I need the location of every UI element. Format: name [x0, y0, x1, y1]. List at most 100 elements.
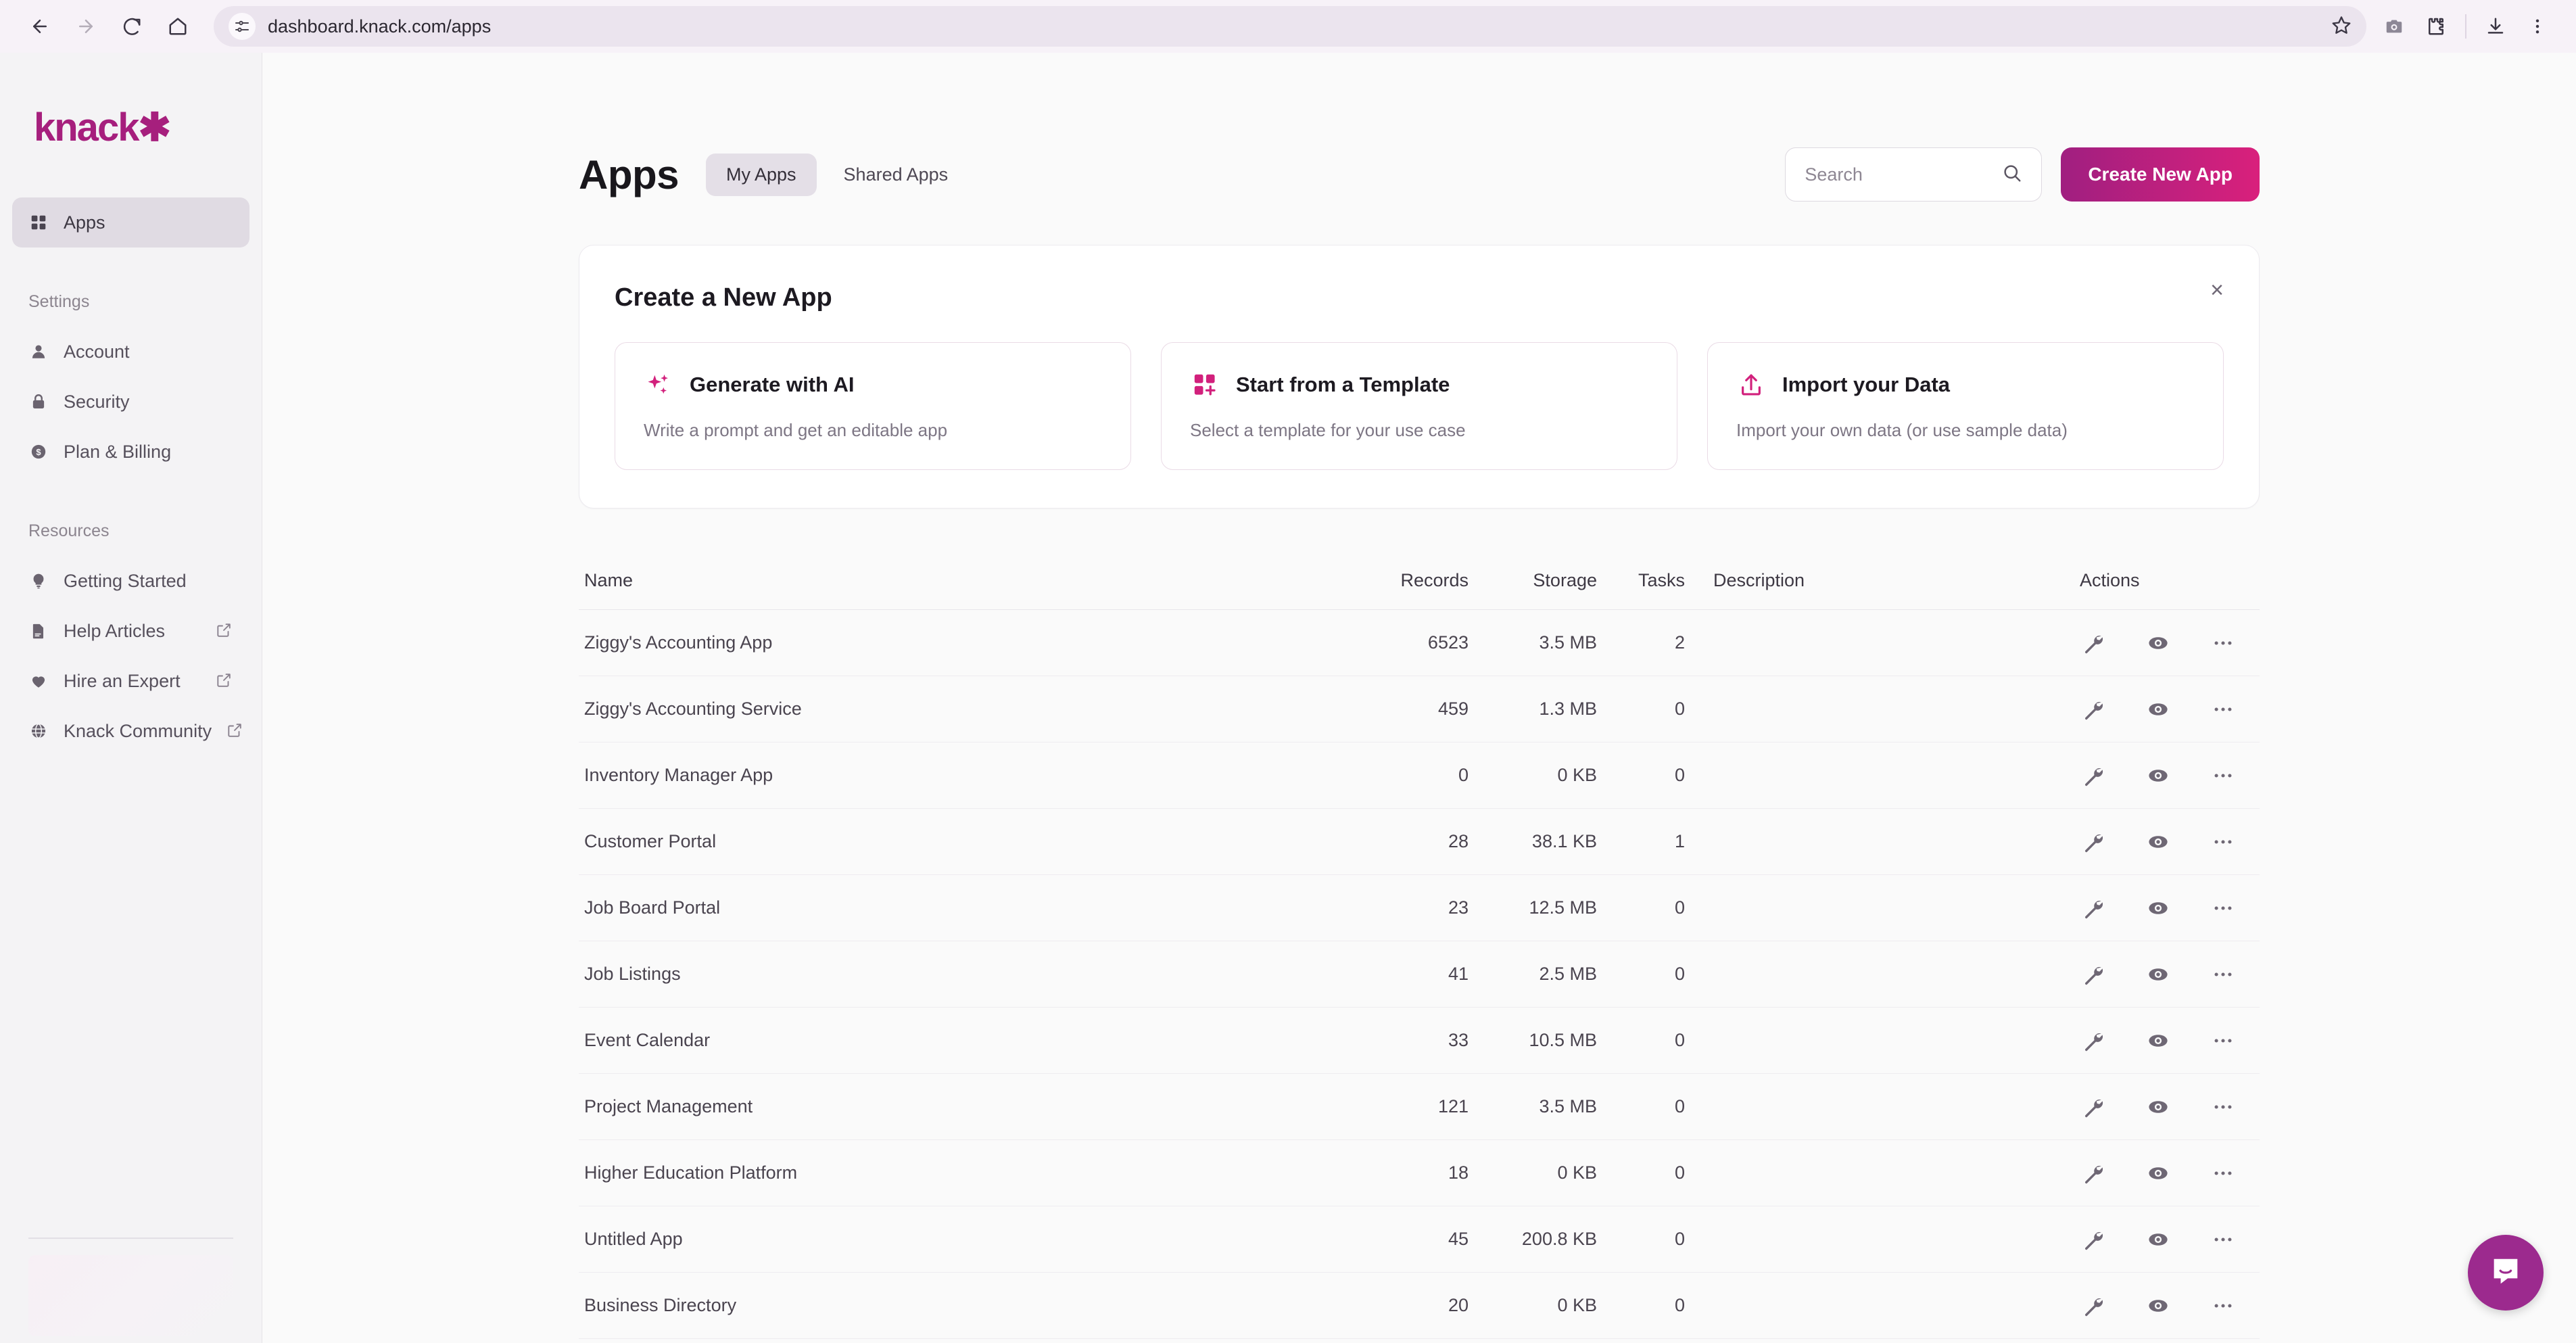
more-options-icon[interactable] [2210, 895, 2237, 922]
more-options-icon[interactable] [2210, 1292, 2237, 1319]
browser-menu-icon[interactable] [2518, 7, 2557, 46]
tab-shared-apps[interactable]: Shared Apps [824, 154, 969, 196]
table-row[interactable]: Job Board Portal 23 12.5 MB 0 [579, 875, 2260, 941]
preview-eye-icon[interactable] [2145, 696, 2172, 723]
cell-name[interactable]: Project Management [579, 1096, 1347, 1117]
search-box[interactable] [1785, 147, 2043, 202]
table-row[interactable]: Ziggy's Accounting Service 459 1.3 MB 0 [579, 676, 2260, 743]
search-input[interactable] [1805, 164, 2003, 185]
bookmark-star-icon[interactable] [2331, 15, 2352, 39]
preview-eye-icon[interactable] [2145, 895, 2172, 922]
settings-wrench-icon[interactable] [2080, 1093, 2107, 1121]
option-import-your-data[interactable]: Import your Data Import your own data (o… [1707, 342, 2224, 470]
cell-name[interactable]: Inventory Manager App [579, 765, 1347, 786]
cell-name[interactable]: Untitled App [579, 1229, 1347, 1250]
search-icon[interactable] [2002, 163, 2022, 187]
preview-eye-icon[interactable] [2145, 1160, 2172, 1187]
more-options-icon[interactable] [2210, 1226, 2237, 1253]
preview-eye-icon[interactable] [2145, 1226, 2172, 1253]
cell-storage: 0 KB [1557, 1295, 1597, 1315]
cell-name[interactable]: Job Listings [579, 964, 1347, 985]
reload-button[interactable] [111, 5, 153, 47]
cell-name[interactable]: Ziggy's Accounting Service [579, 699, 1347, 720]
more-options-icon[interactable] [2210, 630, 2237, 657]
column-header-description[interactable]: Description [1685, 570, 2064, 591]
url-text[interactable]: dashboard.knack.com/apps [268, 16, 2319, 37]
table-row[interactable]: Inventory Manager App 0 0 KB 0 [579, 743, 2260, 809]
table-row[interactable]: Ziggy's Accounting App 6523 3.5 MB 2 [579, 610, 2260, 676]
cell-name[interactable]: Higher Education Platform [579, 1162, 1347, 1183]
table-row[interactable]: Higher Education Platform 18 0 KB 0 [579, 1140, 2260, 1206]
column-header-storage[interactable]: Storage [1469, 570, 1597, 591]
option-start-from-template[interactable]: Start from a Template Select a template … [1161, 342, 1677, 470]
preview-eye-icon[interactable] [2145, 1093, 2172, 1121]
table-row[interactable]: Business Directory 20 0 KB 0 [579, 1273, 2260, 1339]
sidebar-promo-block[interactable] [28, 1255, 233, 1336]
create-new-app-button[interactable]: Create New App [2061, 147, 2260, 202]
column-header-records[interactable]: Records [1347, 570, 1469, 591]
back-button[interactable] [19, 5, 61, 47]
create-card-title: Create a New App [615, 283, 832, 312]
sidebar-item-plan-billing[interactable]: $ Plan & Billing [12, 427, 249, 477]
more-options-icon[interactable] [2210, 961, 2237, 988]
column-header-tasks[interactable]: Tasks [1597, 570, 1685, 591]
preview-eye-icon[interactable] [2145, 630, 2172, 657]
more-options-icon[interactable] [2210, 1027, 2237, 1054]
preview-eye-icon[interactable] [2145, 1292, 2172, 1319]
more-options-icon[interactable] [2210, 696, 2237, 723]
settings-wrench-icon[interactable] [2080, 1292, 2107, 1319]
column-header-name[interactable]: Name [579, 570, 1347, 591]
sidebar-item-apps[interactable]: Apps [12, 197, 249, 248]
cell-tasks: 0 [1674, 1229, 1685, 1249]
table-row[interactable]: Project Management 121 3.5 MB 0 [579, 1074, 2260, 1140]
cell-name[interactable]: Customer Portal [579, 831, 1347, 852]
chat-launcher-button[interactable] [2468, 1235, 2544, 1311]
table-row[interactable]: Live Music Riffs180 KB0 [579, 1339, 2260, 1343]
downloads-icon[interactable] [2476, 7, 2515, 46]
cell-name[interactable]: Event Calendar [579, 1030, 1347, 1051]
sidebar-item-account[interactable]: Account [12, 327, 249, 377]
option-generate-with-ai[interactable]: Generate with AI Write a prompt and get … [615, 342, 1131, 470]
cell-storage: 10.5 MB [1529, 1030, 1597, 1050]
sidebar-item-help-articles[interactable]: Help Articles [12, 606, 249, 656]
sidebar-item-knack-community[interactable]: Knack Community [12, 706, 249, 756]
option-subtitle: Write a prompt and get an editable app [644, 420, 948, 440]
settings-wrench-icon[interactable] [2080, 828, 2107, 855]
table-row[interactable]: Event Calendar 33 10.5 MB 0 [579, 1008, 2260, 1074]
settings-wrench-icon[interactable] [2080, 1226, 2107, 1253]
table-row[interactable]: Job Listings 41 2.5 MB 0 [579, 941, 2260, 1008]
cell-name[interactable]: Business Directory [579, 1295, 1347, 1316]
settings-wrench-icon[interactable] [2080, 961, 2107, 988]
more-options-icon[interactable] [2210, 1160, 2237, 1187]
preview-eye-icon[interactable] [2145, 1027, 2172, 1054]
settings-wrench-icon[interactable] [2080, 1027, 2107, 1054]
settings-wrench-icon[interactable] [2080, 696, 2107, 723]
settings-wrench-icon[interactable] [2080, 895, 2107, 922]
preview-eye-icon[interactable] [2145, 961, 2172, 988]
screenshot-camera-icon[interactable] [2375, 7, 2414, 46]
site-settings-icon[interactable] [229, 13, 256, 40]
table-row[interactable]: Customer Portal 28 38.1 KB 1 [579, 809, 2260, 875]
settings-wrench-icon[interactable] [2080, 1160, 2107, 1187]
cell-name[interactable]: Job Board Portal [579, 897, 1347, 918]
sidebar-item-getting-started[interactable]: Getting Started [12, 556, 249, 606]
option-title: Import your Data [1782, 373, 1951, 396]
more-options-icon[interactable] [2210, 828, 2237, 855]
sidebar-item-security[interactable]: Security [12, 377, 249, 427]
more-options-icon[interactable] [2210, 762, 2237, 789]
knack-logo[interactable]: knack✱ [12, 53, 249, 147]
extensions-puzzle-icon[interactable] [2416, 7, 2456, 46]
sidebar-item-hire-an-expert[interactable]: Hire an Expert [12, 656, 249, 706]
cell-name[interactable]: Ziggy's Accounting App [579, 632, 1347, 653]
settings-wrench-icon[interactable] [2080, 630, 2107, 657]
table-row[interactable]: Untitled App 45 200.8 KB 0 [579, 1206, 2260, 1273]
tab-my-apps[interactable]: My Apps [706, 153, 817, 196]
more-options-icon[interactable] [2210, 1093, 2237, 1121]
preview-eye-icon[interactable] [2145, 828, 2172, 855]
forward-button[interactable] [65, 5, 107, 47]
address-bar[interactable]: dashboard.knack.com/apps [214, 6, 2366, 47]
preview-eye-icon[interactable] [2145, 762, 2172, 789]
close-icon[interactable]: × [2199, 273, 2235, 308]
home-button[interactable] [157, 5, 199, 47]
settings-wrench-icon[interactable] [2080, 762, 2107, 789]
